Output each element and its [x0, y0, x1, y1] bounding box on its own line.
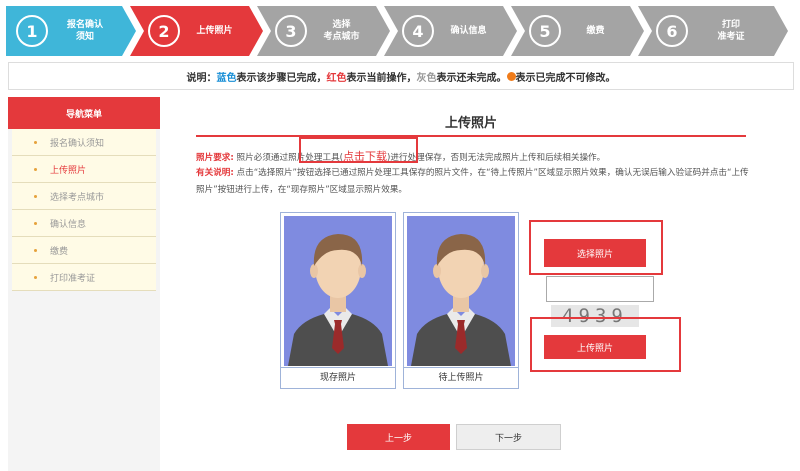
- pending-photo-frame: 待上传照片: [403, 212, 519, 389]
- req-label: 照片要求:: [196, 153, 234, 163]
- nav-title: 导航菜单: [8, 97, 160, 129]
- locked-dot-icon: [506, 71, 516, 81]
- step-1-number: 1: [16, 15, 48, 47]
- note-label: 有关说明:: [196, 168, 234, 178]
- nav-item-notice[interactable]: 报名确认须知: [12, 129, 156, 156]
- step-2: 2 上传照片: [130, 6, 263, 56]
- select-photo-button[interactable]: 选择照片: [544, 239, 646, 267]
- notice-red-text: 表示当前操作，: [346, 72, 417, 84]
- nav-item-confirm-info[interactable]: 确认信息: [12, 210, 156, 237]
- nav-item-payment[interactable]: 缴费: [12, 237, 156, 264]
- step-5-number: 5: [529, 15, 561, 47]
- step-progress-bar: 1 报名确认 须知 2 上传照片 3 选择 考点城市 4 确认信息 5 缴费 6…: [6, 6, 794, 56]
- prev-step-button[interactable]: 上一步: [347, 424, 450, 450]
- upload-photo-button[interactable]: 上传照片: [544, 335, 646, 359]
- nav-item-upload-photo[interactable]: 上传照片: [12, 156, 156, 183]
- notice-blue-word: 蓝色: [216, 72, 237, 84]
- page-title: 上传照片: [444, 116, 497, 131]
- req-text-2: )进行处理保存，否则无法完成照片上传和后续相关操作。: [387, 153, 606, 163]
- nav-sidebar: 导航菜单 报名确认须知 上传照片 选择考点城市 确认信息 缴费 打印准考证: [8, 97, 160, 471]
- note-text: 点击“选择照片”按钮选择已通过照片处理工具保存的照片文件，在“待上传照片”区域显…: [196, 168, 749, 195]
- step-3: 3 选择 考点城市: [257, 6, 390, 56]
- step-4-label: 确认信息: [450, 26, 487, 36]
- title-divider: [196, 135, 746, 137]
- nav-item-select-city[interactable]: 选择考点城市: [12, 183, 156, 210]
- notice-red-word: 红色: [326, 72, 347, 84]
- step-4-number: 4: [402, 15, 434, 47]
- current-photo-image: [284, 216, 392, 366]
- step-6-label: 打印 准考证: [717, 20, 745, 42]
- nav-item-print-ticket[interactable]: 打印准考证: [12, 264, 156, 291]
- notice-prefix: 说明：: [186, 72, 217, 84]
- current-photo-caption: 现存照片: [281, 367, 395, 388]
- notice-gray-text: 表示还未完成。: [436, 72, 507, 84]
- step-4: 4 确认信息: [384, 6, 517, 56]
- step-3-number: 3: [275, 15, 307, 47]
- step-3-label: 选择 考点城市: [323, 20, 360, 42]
- step-6-number: 6: [656, 15, 688, 47]
- step-2-label: 上传照片: [196, 26, 233, 36]
- step-1: 1 报名确认 须知: [6, 6, 136, 56]
- pending-photo-caption: 待上传照片: [404, 367, 518, 388]
- step-5: 5 缴费: [511, 6, 644, 56]
- legend-notice: 说明： 蓝色 表示该步骤已完成， 红色 表示当前操作， 灰色 表示还未完成。 表…: [8, 62, 794, 90]
- current-photo-frame: 现存照片: [280, 212, 396, 389]
- notice-dot-text: 表示已完成不可修改。: [515, 72, 616, 84]
- step-1-label: 报名确认 须知: [66, 20, 103, 42]
- notice-blue-text: 表示该步骤已完成，: [236, 72, 327, 84]
- step-2-number: 2: [148, 15, 180, 47]
- download-highlight-box: [299, 137, 418, 163]
- step-5-label: 缴费: [586, 26, 605, 36]
- captcha-input[interactable]: [546, 276, 654, 302]
- notice-gray-word: 灰色: [416, 72, 437, 84]
- pending-photo-image: [407, 216, 515, 366]
- instructions: 有关说明: 点击“选择照片”按钮选择已通过照片处理工具保存的照片文件，在“待上传…: [196, 165, 756, 199]
- step-6: 6 打印 准考证: [638, 6, 788, 56]
- next-step-button[interactable]: 下一步: [456, 424, 561, 450]
- main-panel: 上传照片 照片要求: 照片必须通过照片处理工具(点击下载)进行处理保存，否则无法…: [166, 97, 784, 471]
